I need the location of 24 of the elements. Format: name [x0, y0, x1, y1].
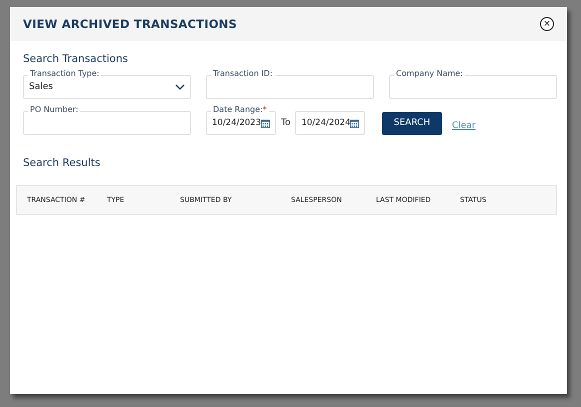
field-label: Transaction Type:	[28, 69, 102, 79]
date-field[interactable]: 10/24/2024	[295, 105, 366, 135]
input-field[interactable]: PO Number:	[23, 105, 191, 135]
field-label: Transaction ID:	[211, 69, 275, 79]
transaction-type-select[interactable]: Transaction Type: Sales	[23, 69, 191, 99]
close-button[interactable]: ×	[540, 17, 554, 31]
clear-link[interactable]: Clear	[452, 121, 476, 131]
calendar-icon[interactable]	[350, 118, 360, 128]
date-field[interactable]: Date Range:* 10/24/2023	[206, 105, 276, 135]
date-value: 10/24/2024	[301, 118, 350, 128]
range-separator: To	[281, 118, 290, 128]
dialog-title: VIEW ARCHIVED TRANSACTIONS	[23, 17, 237, 31]
select-value: Sales	[29, 82, 54, 92]
section-heading: Search Results	[23, 157, 102, 169]
search-button[interactable]: SEARCH	[382, 112, 442, 134]
input-field[interactable]: Transaction ID:	[206, 69, 374, 99]
input-field[interactable]: Company Name:	[389, 69, 557, 99]
section-heading: Search Transactions	[23, 53, 129, 65]
field-label: Company Name:	[394, 69, 465, 79]
date-value: 10/24/2023	[212, 118, 261, 128]
calendar-icon[interactable]	[261, 118, 270, 128]
field-label: PO Number:	[28, 105, 80, 115]
field-label: Date Range:*	[211, 105, 269, 115]
chevron-down-icon	[175, 84, 185, 90]
